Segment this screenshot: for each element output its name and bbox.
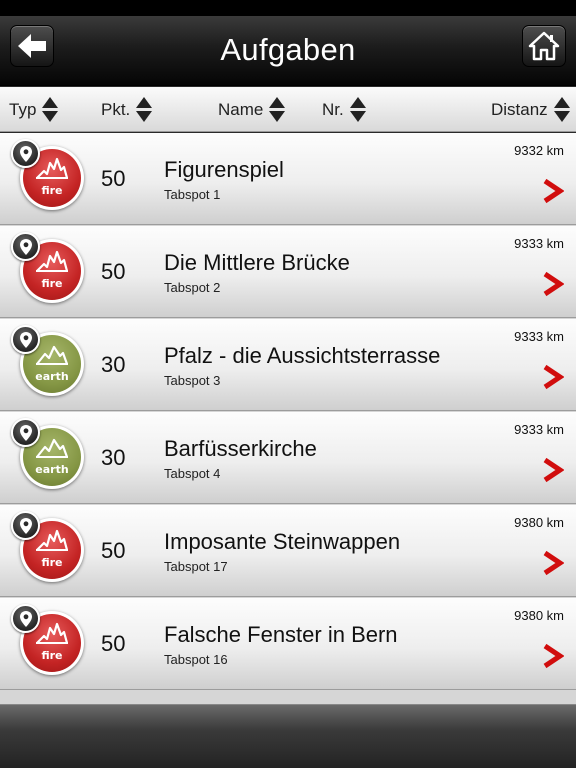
chevron-right-icon[interactable]: [542, 364, 564, 390]
task-points: 30: [101, 445, 126, 470]
task-subtitle: Tabspot 16: [164, 652, 228, 667]
task-subtitle: Tabspot 4: [164, 466, 221, 481]
sort-label-points: Pkt.: [101, 99, 131, 119]
sort-by-points[interactable]: Pkt.: [101, 87, 153, 132]
page-title: Aufgaben: [220, 32, 356, 67]
task-distance: 9333 km: [514, 422, 564, 437]
task-distance: 9333 km: [514, 236, 564, 251]
sort-arrows-icon: [42, 97, 59, 122]
task-row[interactable]: fire 50 Falsche Fenster in Bern Tabspot …: [0, 598, 576, 690]
map-pin-icon[interactable]: [11, 511, 40, 540]
task-distance: 9332 km: [514, 143, 564, 158]
map-pin-icon[interactable]: [11, 604, 40, 633]
task-row[interactable]: earth 30 Barfüsserkirche Tabspot 4 9333 …: [0, 412, 576, 504]
task-distance: 9333 km: [514, 329, 564, 344]
task-title: Falsche Fenster in Bern: [164, 622, 398, 647]
task-points: 30: [101, 352, 126, 377]
element-label: fire: [41, 649, 63, 662]
map-pin-icon[interactable]: [11, 232, 40, 261]
task-subtitle: Tabspot 2: [164, 280, 221, 295]
sort-label-number: Nr.: [322, 99, 344, 119]
home-icon: [528, 31, 560, 61]
status-bar: [0, 0, 576, 16]
home-button[interactable]: [522, 25, 566, 67]
task-points: 50: [101, 166, 126, 191]
task-points: 50: [101, 259, 126, 284]
chevron-right-icon[interactable]: [542, 178, 564, 204]
sort-by-type[interactable]: Typ: [9, 87, 59, 132]
task-title: Pfalz - die Aussichtsterrasse: [164, 343, 441, 368]
task-distance: 9380 km: [514, 515, 564, 530]
sort-label-type: Typ: [9, 99, 37, 119]
task-row[interactable]: fire 50 Die Mittlere Brücke Tabspot 2 93…: [0, 226, 576, 318]
element-label: earth: [35, 370, 69, 383]
sort-label-name: Name: [218, 99, 264, 119]
element-label: fire: [41, 556, 63, 569]
task-subtitle: Tabspot 17: [164, 559, 228, 574]
bottom-toolbar: [0, 704, 576, 768]
task-row[interactable]: earth 30 Pfalz - die Aussichtsterrasse T…: [0, 319, 576, 411]
chevron-right-icon[interactable]: [542, 643, 564, 669]
sort-header: Typ Pkt. Name Nr. Distanz: [0, 87, 576, 132]
map-pin-icon[interactable]: [11, 325, 40, 354]
element-label: fire: [41, 277, 63, 290]
task-points: 50: [101, 538, 126, 563]
sort-arrows-icon: [553, 97, 570, 122]
element-label: earth: [35, 463, 69, 476]
chevron-right-icon[interactable]: [542, 457, 564, 483]
task-points: 50: [101, 631, 126, 656]
task-title: Barfüsserkirche: [164, 436, 317, 461]
task-title: Die Mittlere Brücke: [164, 250, 350, 275]
task-subtitle: Tabspot 1: [164, 187, 221, 202]
chevron-right-icon[interactable]: [542, 550, 564, 576]
task-list: fire 50 Figurenspiel Tabspot 1 9332 km f…: [0, 133, 576, 704]
task-title: Figurenspiel: [164, 157, 284, 182]
element-label: fire: [41, 184, 63, 197]
task-distance: 9380 km: [514, 608, 564, 623]
task-row[interactable]: fire 50 Figurenspiel Tabspot 1 9332 km: [0, 133, 576, 225]
sort-by-distance[interactable]: Distanz: [491, 87, 570, 132]
navigation-bar: Aufgaben: [0, 16, 576, 86]
task-row[interactable]: fire 50 Imposante Steinwappen Tabspot 17…: [0, 505, 576, 597]
sort-label-distance: Distanz: [491, 99, 548, 119]
sort-arrows-icon: [136, 97, 153, 122]
task-title: Imposante Steinwappen: [164, 529, 401, 554]
sort-arrows-icon: [349, 97, 366, 122]
task-subtitle: Tabspot 3: [164, 373, 221, 388]
sort-arrows-icon: [269, 97, 286, 122]
map-pin-icon[interactable]: [11, 139, 40, 168]
sort-by-number[interactable]: Nr.: [322, 87, 366, 132]
sort-by-name[interactable]: Name: [218, 87, 286, 132]
chevron-right-icon[interactable]: [542, 271, 564, 297]
map-pin-icon[interactable]: [11, 418, 40, 447]
